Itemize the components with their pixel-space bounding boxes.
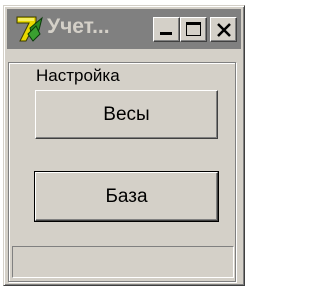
maximize-button[interactable] [180,17,207,42]
base-button[interactable]: База [34,171,219,222]
window-title: Учет... [47,15,110,38]
app-logo-icon[interactable] [16,14,44,44]
minimize-icon [160,32,172,35]
minimize-button[interactable] [153,17,180,42]
title-bar[interactable]: Учет... [7,9,241,49]
app-window: Учет... Настройка Весы База [3,5,245,286]
maximize-icon [186,22,201,36]
close-icon [215,21,233,39]
close-button[interactable] [210,17,237,42]
settings-group-label: Настройка [34,66,122,86]
scales-button[interactable]: Весы [35,90,218,139]
status-bar [12,246,234,278]
